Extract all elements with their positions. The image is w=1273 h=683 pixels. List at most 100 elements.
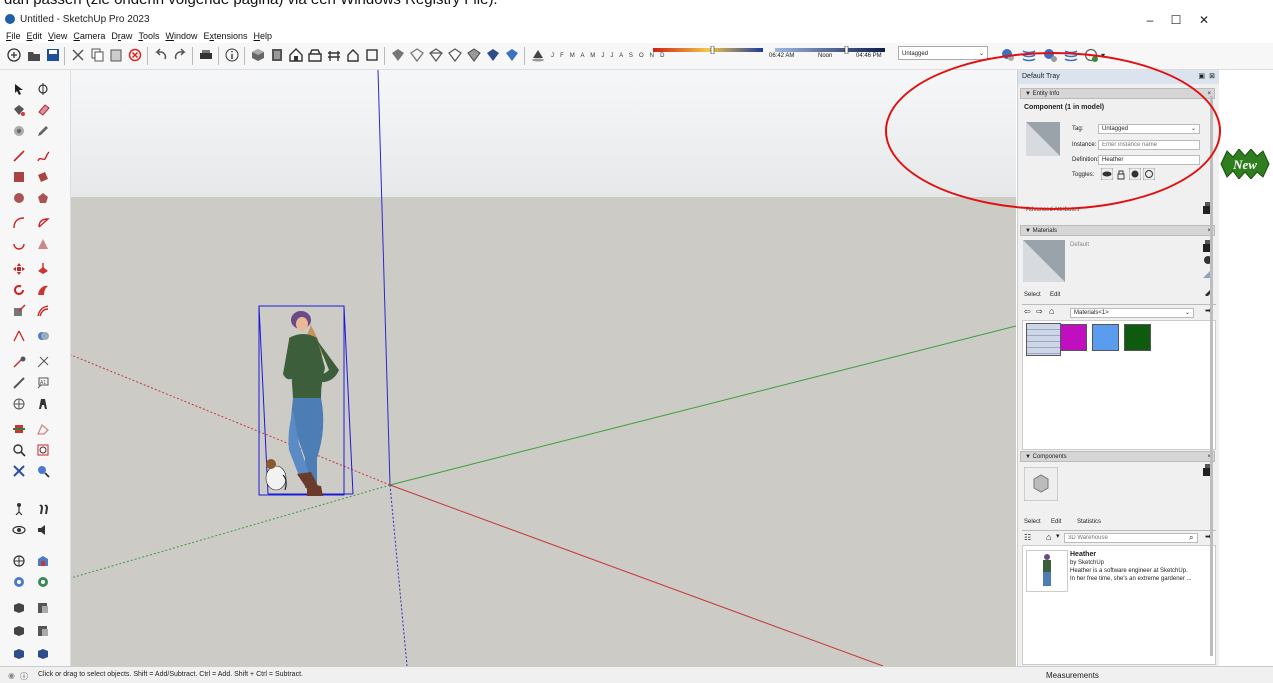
caret-down-icon[interactable]: ▾ [1056, 532, 1060, 540]
shaded-icon[interactable] [466, 47, 482, 63]
geo-location-icon[interactable]: ◉ [8, 671, 15, 680]
move-tool-icon[interactable] [12, 262, 26, 276]
section-plane-icon[interactable] [12, 422, 26, 436]
bottom-view-icon[interactable] [364, 47, 380, 63]
home-icon[interactable]: ⌂ [1046, 532, 1051, 542]
circle-tool-icon[interactable] [12, 191, 26, 205]
tag-tool-icon[interactable] [12, 124, 26, 138]
zoom-tool-icon[interactable] [12, 443, 26, 457]
open-icon[interactable] [26, 47, 42, 63]
offset-tool-icon[interactable] [36, 304, 50, 318]
forward-arrow-icon[interactable]: ⇨ [1036, 307, 1043, 316]
info-icon[interactable]: ⓘ [20, 671, 28, 682]
select-tool-icon[interactable] [12, 82, 26, 96]
arc-tool-icon[interactable] [12, 216, 26, 230]
eraser-tool-icon[interactable] [36, 103, 50, 117]
erase-icon[interactable] [127, 47, 143, 63]
paste-icon[interactable] [108, 47, 124, 63]
redo-icon[interactable] [172, 47, 188, 63]
warehouse-icon[interactable] [36, 554, 50, 568]
material-swatch[interactable] [1060, 324, 1087, 351]
back-edges-icon[interactable] [409, 47, 425, 63]
print-icon[interactable] [198, 47, 214, 63]
pie-tool-icon[interactable] [36, 216, 50, 230]
components-tab-edit[interactable]: Edit [1051, 519, 1061, 525]
push-pull-icon[interactable] [36, 262, 50, 276]
dimension-tool-icon[interactable] [36, 355, 50, 369]
axes-tool-icon[interactable] [12, 397, 26, 411]
view-options-icon[interactable]: ☷ [1024, 533, 1031, 542]
search-icon[interactable]: ⌕ [1189, 533, 1193, 543]
follow-me-icon[interactable] [36, 283, 50, 297]
copy-icon[interactable] [89, 47, 105, 63]
cut-icon[interactable] [70, 47, 86, 63]
hidden-line-icon[interactable] [447, 47, 463, 63]
iso-view-icon[interactable] [250, 47, 266, 63]
rectangle-tool-icon[interactable] [12, 170, 26, 184]
shadows-panel-icon[interactable] [36, 647, 50, 661]
send-layout-icon[interactable] [12, 601, 26, 615]
freehand-tool-icon[interactable] [36, 149, 50, 163]
heather-figure[interactable] [265, 311, 339, 496]
tag-dropdown[interactable]: Untagged ⌄ [898, 46, 988, 60]
outliner-icon[interactable] [12, 624, 26, 638]
menu-help[interactable]: Help [254, 31, 273, 41]
left-view-icon[interactable] [345, 47, 361, 63]
menu-window[interactable]: Window [165, 31, 197, 41]
protractor-icon[interactable] [12, 376, 26, 390]
model-info-icon[interactable] [224, 47, 240, 63]
polygon-tool-icon[interactable] [36, 191, 50, 205]
zoom-window-icon[interactable] [36, 443, 50, 457]
menu-draw[interactable]: Draw [111, 31, 132, 41]
shaded-textures-icon[interactable] [485, 47, 501, 63]
extension-manager-icon[interactable] [36, 575, 50, 589]
time-slider[interactable] [775, 46, 885, 54]
scenes-icon[interactable] [36, 624, 50, 638]
materials-tab-edit[interactable]: Edit [1050, 292, 1060, 298]
components-header[interactable]: ▼ Components× [1020, 451, 1215, 462]
back-arrow-icon[interactable]: ⇦ [1024, 307, 1031, 316]
look-around-icon[interactable] [12, 523, 26, 537]
styles-icon[interactable] [12, 647, 26, 661]
extension-warehouse-icon[interactable] [12, 575, 26, 589]
layout-icon[interactable] [36, 601, 50, 615]
component-item-thumb[interactable] [1026, 550, 1068, 592]
section-fill-icon[interactable] [36, 422, 50, 436]
position-camera-icon[interactable] [12, 502, 26, 516]
menu-camera[interactable]: Camera [73, 31, 105, 41]
rotate-tool-icon[interactable] [12, 283, 26, 297]
minimize-button[interactable]: – [1140, 12, 1160, 28]
line-tool-icon[interactable] [12, 149, 26, 163]
text-tool-icon[interactable]: A1 [36, 376, 50, 390]
pencil-icon[interactable] [36, 124, 50, 138]
maximize-button[interactable]: ☐ [1166, 12, 1186, 28]
wireframe-icon[interactable] [428, 47, 444, 63]
tape-measure-icon[interactable] [12, 355, 26, 369]
orbit-view-icon[interactable] [12, 554, 26, 568]
materials-tab-select[interactable]: Select [1024, 292, 1041, 298]
menu-tools[interactable]: Tools [138, 31, 159, 41]
component-item-title[interactable]: Heather [1070, 551, 1096, 558]
right-view-icon[interactable] [307, 47, 323, 63]
home-icon[interactable]: ⌂ [1049, 306, 1054, 316]
menu-edit[interactable]: Edit [27, 31, 43, 41]
close-button[interactable]: ✕ [1194, 12, 1214, 28]
walk-tool-icon[interactable] [36, 502, 50, 516]
3d-text-icon[interactable] [36, 397, 50, 411]
material-swatch[interactable] [1124, 324, 1151, 351]
components-tab-select[interactable]: Select [1024, 519, 1041, 525]
flip-tool-icon[interactable] [12, 329, 26, 343]
materials-header[interactable]: ▼ Materials× [1020, 225, 1215, 236]
material-swatch[interactable] [1092, 324, 1119, 351]
materials-dropdown[interactable]: Materials<1> ⌄ [1070, 308, 1194, 318]
undo-icon[interactable] [153, 47, 169, 63]
scale-tool-icon[interactable] [12, 304, 26, 318]
two-point-arc-icon[interactable] [36, 237, 50, 251]
speaker-icon[interactable] [36, 523, 50, 537]
top-view-icon[interactable] [269, 47, 285, 63]
back-view-icon[interactable] [326, 47, 342, 63]
xray-icon[interactable] [390, 47, 406, 63]
tray-scrollbar[interactable] [1210, 96, 1213, 656]
save-icon[interactable] [45, 47, 61, 63]
menu-file[interactable]: File [6, 31, 21, 41]
